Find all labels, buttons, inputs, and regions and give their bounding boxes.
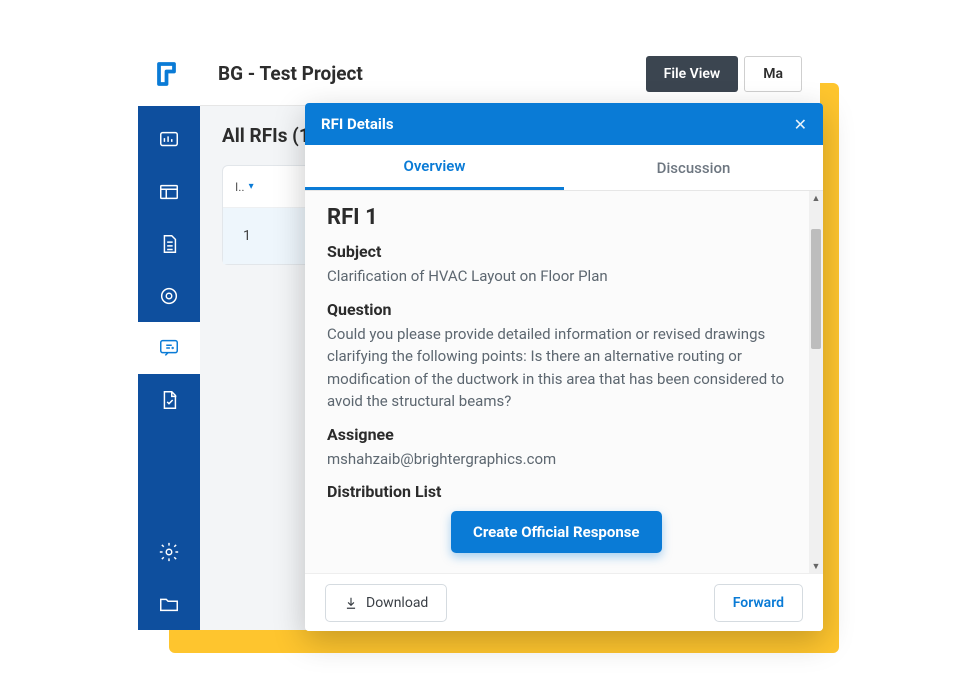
download-icon <box>344 596 358 610</box>
scroll-down-icon[interactable]: ▼ <box>809 559 823 573</box>
column-id[interactable]: I.. ▾ <box>235 180 254 194</box>
assignee-value: mshahzaib@brightergraphics.com <box>327 448 787 471</box>
download-button[interactable]: Download <box>325 584 447 622</box>
column-id-label: I.. <box>235 180 245 194</box>
question-value: Could you please provide detailed inform… <box>327 323 787 413</box>
create-official-response-button[interactable]: Create Official Response <box>451 511 662 553</box>
sidebar-item-dashboard[interactable] <box>138 114 200 166</box>
project-title: BG - Test Project <box>218 62 640 85</box>
sidebar-item-files[interactable] <box>138 578 200 630</box>
panel-tabs: Overview Discussion <box>305 145 823 191</box>
question-label: Question <box>327 300 787 319</box>
sidebar-item-settings[interactable] <box>138 526 200 578</box>
distribution-label: Distribution List <box>327 482 787 501</box>
panel-footer: Download Forward <box>305 573 823 631</box>
row-id-value: 1 <box>243 228 251 244</box>
sidebar-item-plans[interactable] <box>138 166 200 218</box>
sidebar <box>138 106 200 630</box>
scrollbar[interactable]: ▲ ▼ <box>809 191 823 573</box>
subject-label: Subject <box>327 242 787 261</box>
close-icon[interactable]: ✕ <box>794 115 807 134</box>
tab-discussion[interactable]: Discussion <box>564 145 823 190</box>
panel-header: RFI Details ✕ <box>305 103 823 145</box>
forward-button[interactable]: Forward <box>714 584 803 622</box>
sidebar-item-rfi[interactable] <box>138 322 200 374</box>
subject-value: Clarification of HVAC Layout on Floor Pl… <box>327 265 787 288</box>
sidebar-item-documents[interactable] <box>138 218 200 270</box>
map-view-button[interactable]: Ma <box>744 56 802 92</box>
forward-label: Forward <box>733 595 784 611</box>
file-view-button[interactable]: File View <box>646 56 739 92</box>
assignee-label: Assignee <box>327 425 787 444</box>
chevron-down-icon: ▾ <box>249 181 254 192</box>
download-label: Download <box>366 595 428 611</box>
tab-overview[interactable]: Overview <box>305 145 564 190</box>
app-logo <box>138 42 200 106</box>
sidebar-item-submittals[interactable] <box>138 374 200 426</box>
scroll-thumb[interactable] <box>811 229 821 349</box>
scroll-up-icon[interactable]: ▲ <box>809 191 823 205</box>
sidebar-item-punch[interactable] <box>138 270 200 322</box>
panel-title: RFI Details <box>321 115 394 133</box>
rfi-title: RFI 1 <box>327 205 787 230</box>
header: BG - Test Project File View Ma <box>200 42 820 106</box>
